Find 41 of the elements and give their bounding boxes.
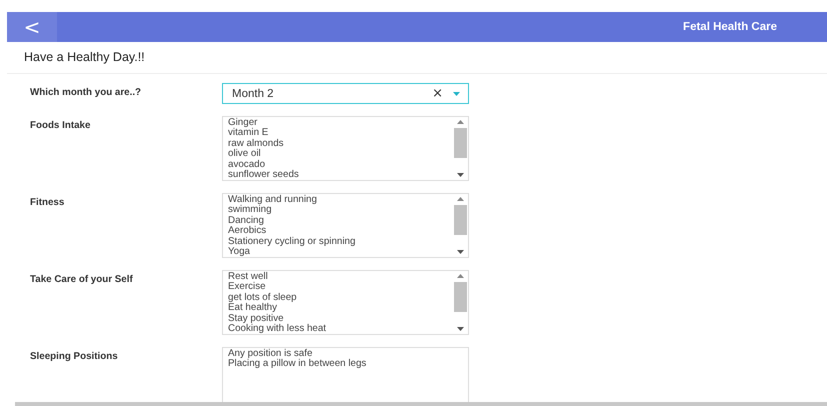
field-label: Foods Intake	[30, 119, 92, 131]
scroll-down-icon[interactable]	[457, 250, 464, 254]
app-title: Fetal Health Care	[683, 21, 777, 33]
field-label: Take Care of your Self	[30, 273, 134, 285]
list-option[interactable]: Stay positive	[228, 314, 448, 324]
list-option[interactable]: vitamin E	[228, 128, 448, 139]
list-box[interactable]: Walking and running swimming Dancing Aerobics Stationery cycling or spinning Yoga	[222, 193, 469, 258]
scrollbar[interactable]	[15, 402, 827, 406]
list-option[interactable]: avocado	[228, 160, 448, 170]
scroll-up-icon[interactable]	[457, 197, 464, 201]
list-option[interactable]: Dancing	[228, 216, 448, 226]
clear-icon[interactable]: ×	[432, 86, 443, 101]
scroll-down-icon[interactable]	[457, 327, 464, 331]
list-option[interactable]: olive oil	[228, 149, 448, 160]
scroll-up-icon[interactable]	[457, 274, 464, 278]
field-label: Which month you are..?	[30, 86, 142, 98]
field-label: Fitness	[30, 196, 66, 208]
list-box[interactable]: Ginger vitamin E raw almonds olive oil avocado sunflower seeds	[222, 116, 469, 181]
list-option[interactable]: swimming	[228, 205, 448, 216]
list-option[interactable]: Placing a pillow in between legs	[228, 359, 463, 370]
list-box[interactable]: Rest well Exercise get lots of sleep Eat healthy Stay positive Cooking with less heat	[222, 270, 469, 335]
list-option[interactable]: Exercise	[228, 282, 448, 293]
list-option[interactable]: Rest well	[228, 272, 448, 282]
field-label: Sleeping Positions	[30, 350, 119, 362]
list-option[interactable]: Any position is safe	[228, 349, 463, 360]
list-option[interactable]: Walking and running	[228, 195, 448, 206]
page-heading: Have a Healthy Day.!!	[7, 42, 827, 74]
scroll-down-icon[interactable]	[457, 173, 464, 177]
month-select[interactable]: Month 2 ×	[222, 83, 469, 104]
list-option[interactable]: Ginger	[228, 118, 448, 128]
list-option[interactable]: Yoga	[228, 247, 448, 258]
back-button[interactable]: <	[7, 12, 57, 42]
list-option[interactable]: Eat healthy	[228, 303, 448, 314]
list-option[interactable]: raw almonds	[228, 138, 448, 150]
list-option[interactable]: get lots of sleep	[228, 292, 448, 304]
scroll-up-icon[interactable]	[457, 120, 464, 124]
list-option[interactable]: Stationery cycling or spinning	[228, 236, 448, 248]
list-option[interactable]: sunflower seeds	[228, 170, 448, 180]
caret-icon	[453, 92, 460, 96]
list-option[interactable]: Aerobics	[228, 226, 448, 237]
list-option[interactable]: Cooking with less heat	[228, 324, 448, 334]
